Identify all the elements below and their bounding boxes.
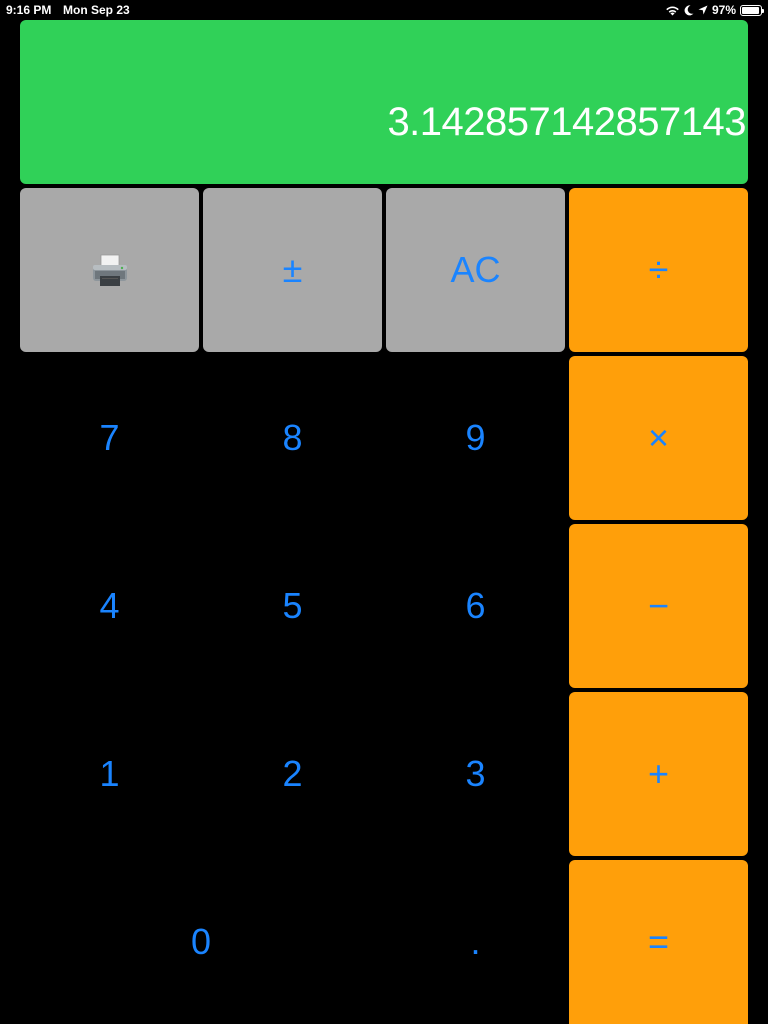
wifi-icon [665,5,680,16]
digit-0-label: 0 [190,921,212,962]
battery-icon [740,4,764,16]
plus-minus-label: ± [282,249,303,290]
status-time: 9:16 PM [6,3,52,17]
decimal-point-button[interactable]: . [386,860,565,1024]
status-date: Mon Sep 23 [63,3,130,17]
calculator-display: 3.142857142857143 [20,20,748,184]
digit-6-label: 6 [465,585,486,626]
battery-fill [742,6,760,14]
digit-9-button[interactable]: 9 [386,356,565,520]
digit-7-label: 7 [99,417,120,458]
divide-label: ÷ [648,249,669,290]
decimal-point-label: . [470,921,481,962]
digit-4-label: 4 [99,585,120,626]
battery-percent: 97% [711,3,736,17]
digit-9-label: 9 [465,417,486,458]
status-indicators: 97% [665,2,764,18]
digit-5-button[interactable]: 5 [203,524,382,688]
digit-1-button[interactable]: 1 [20,692,199,856]
subtract-label: − [647,585,670,626]
status-bar: 9:16 PM Mon Sep 23 97% [0,0,768,20]
digit-4-button[interactable]: 4 [20,524,199,688]
digit-8-label: 8 [282,417,303,458]
moon-icon [684,4,694,16]
digit-6-button[interactable]: 6 [386,524,565,688]
digit-3-button[interactable]: 3 [386,692,565,856]
subtract-button[interactable]: − [569,524,748,688]
digit-1-label: 1 [99,753,120,794]
digit-3-label: 3 [465,753,486,794]
digit-5-label: 5 [282,585,303,626]
equals-label: = [647,921,670,962]
multiply-label: × [647,417,670,458]
equals-button[interactable]: = [569,860,748,1024]
digit-2-button[interactable]: 2 [203,692,382,856]
multiply-button[interactable]: × [569,356,748,520]
display-value: 3.142857142857143 [387,100,746,144]
add-button[interactable]: + [569,692,748,856]
print-button[interactable] [20,188,199,352]
digit-0-button[interactable]: 0 [20,860,382,1024]
add-label: + [647,753,670,794]
location-arrow-icon [698,5,708,15]
digit-2-label: 2 [282,753,303,794]
all-clear-button[interactable]: AC [386,188,565,352]
divide-button[interactable]: ÷ [569,188,748,352]
all-clear-label: AC [450,249,501,290]
digit-8-button[interactable]: 8 [203,356,382,520]
digit-7-button[interactable]: 7 [20,356,199,520]
printer-icon [89,249,131,291]
plus-minus-button[interactable]: ± [203,188,382,352]
